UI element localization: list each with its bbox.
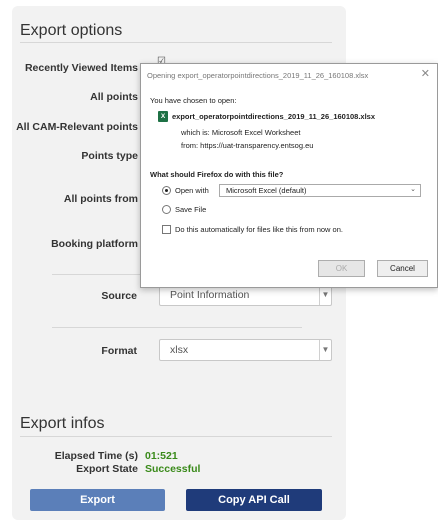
elapsed-time-label: Elapsed Time (s)	[54, 450, 138, 462]
save-file-radio[interactable]	[162, 205, 171, 214]
cancel-button[interactable]: Cancel	[377, 260, 428, 277]
source-select-value: Point Information	[170, 289, 250, 301]
export-button[interactable]: Export	[30, 489, 165, 511]
dialog-filename: export_operatorpointdirections_2019_11_2…	[172, 112, 376, 121]
dialog-title: Opening export_operatorpointdirections_2…	[147, 71, 369, 80]
open-with-label[interactable]: Open with	[175, 186, 209, 195]
dialog-file-type: which is: Microsoft Excel Worksheet	[181, 128, 301, 137]
elapsed-time-value: 01:521	[145, 450, 178, 462]
chevron-down-icon: ⌄	[410, 186, 416, 193]
export-state-value: Successful	[145, 463, 201, 475]
export-infos-title: Export infos	[20, 415, 105, 432]
chevron-down-icon: ▼	[319, 285, 331, 305]
chevron-down-icon: ▼	[319, 340, 331, 360]
copy-api-call-button[interactable]: Copy API Call	[186, 489, 322, 511]
format-label: Format	[101, 345, 137, 357]
ok-button[interactable]: OK	[318, 260, 365, 277]
close-icon[interactable]: ✕	[421, 67, 430, 80]
save-file-label[interactable]: Save File	[175, 205, 206, 214]
divider	[20, 436, 332, 437]
auto-action-label[interactable]: Do this automatically for files like thi…	[175, 225, 343, 234]
dialog-intro: You have chosen to open:	[150, 96, 237, 105]
open-file-dialog: Opening export_operatorpointdirections_2…	[140, 63, 438, 288]
source-label: Source	[101, 290, 137, 302]
all-points-from-label: All points from	[63, 193, 138, 205]
recently-viewed-label: Recently Viewed Items	[24, 62, 138, 74]
open-with-radio[interactable]	[162, 186, 171, 195]
open-with-select-value: Microsoft Excel (default)	[226, 186, 307, 195]
dialog-question: What should Firefox do with this file?	[150, 170, 284, 179]
excel-file-icon: X	[158, 111, 168, 122]
all-cam-relevant-label: All CAM-Relevant points	[16, 121, 138, 133]
format-select[interactable]: xlsx ▼	[159, 339, 332, 361]
points-type-label: Points type	[81, 150, 138, 162]
auto-action-checkbox[interactable]	[162, 225, 171, 234]
export-state-label: Export State	[76, 463, 138, 475]
divider	[20, 42, 332, 43]
dialog-file-source: from: https://uat-transparency.entsog.eu	[181, 141, 314, 150]
format-select-value: xlsx	[170, 344, 189, 356]
open-with-select[interactable]: Microsoft Excel (default) ⌄	[219, 184, 421, 197]
export-options-title: Export options	[20, 22, 123, 39]
divider	[52, 327, 302, 328]
all-points-label: All points	[90, 91, 138, 103]
booking-platform-label: Booking platform	[51, 238, 138, 250]
